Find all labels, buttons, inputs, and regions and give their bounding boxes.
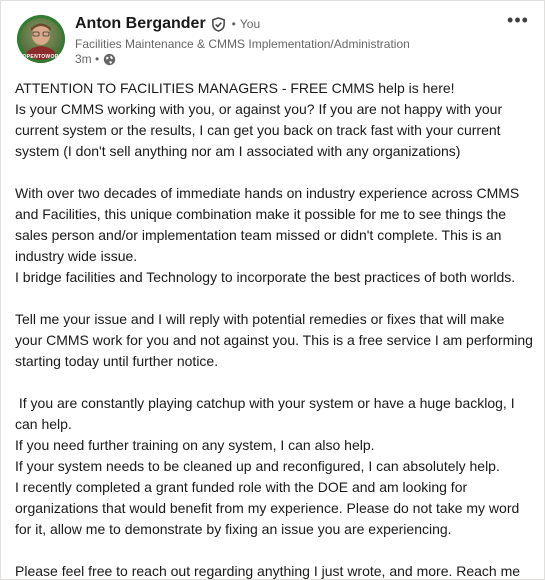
post-body: ATTENTION TO FACILITIES MANAGERS - FREE … bbox=[15, 78, 534, 580]
post-text-line: If you are constantly playing catchup wi… bbox=[15, 395, 519, 432]
post-header: #OPENTOWORK Anton Bergander • You Facili… bbox=[15, 11, 534, 71]
post-text-line: If you need further training on any syst… bbox=[15, 437, 375, 453]
globe-icon bbox=[103, 53, 116, 66]
name-row: Anton Bergander • You bbox=[75, 13, 494, 35]
post-time-row: 3m • bbox=[75, 52, 494, 66]
connection-degree: You bbox=[239, 17, 261, 31]
post-text-line: If your system needs to be cleaned up an… bbox=[15, 458, 500, 474]
shield-check-icon bbox=[211, 16, 226, 32]
post-text-line: ATTENTION TO FACILITIES MANAGERS - FREE … bbox=[15, 80, 455, 96]
author-headline: Facilities Maintenance & CMMS Implementa… bbox=[75, 37, 410, 51]
more-options-button[interactable]: ••• bbox=[502, 11, 534, 35]
author-name[interactable]: Anton Bergander bbox=[75, 15, 206, 33]
post-text-line: Tell me your issue and I will reply with… bbox=[15, 311, 537, 369]
post-text-line: With over two decades of immediate hands… bbox=[15, 185, 524, 264]
post-timestamp: 3m • bbox=[75, 52, 100, 66]
post-text-line: Is your CMMS working with you, or agains… bbox=[15, 101, 507, 159]
separator-dot: • bbox=[231, 17, 236, 31]
author-meta: Anton Bergander • You Facilities Mainten… bbox=[75, 13, 494, 66]
post-text-line: I bridge facilities and Technology to in… bbox=[15, 269, 516, 285]
open-to-work-badge: #OPENTOWORK bbox=[19, 54, 63, 60]
feed-post: #OPENTOWORK Anton Bergander • You Facili… bbox=[0, 0, 545, 580]
author-avatar[interactable]: #OPENTOWORK bbox=[17, 15, 65, 63]
post-text-line: I recently completed a grant funded role… bbox=[15, 479, 524, 537]
post-text-line: Please feel free to reach out regarding … bbox=[15, 563, 521, 579]
